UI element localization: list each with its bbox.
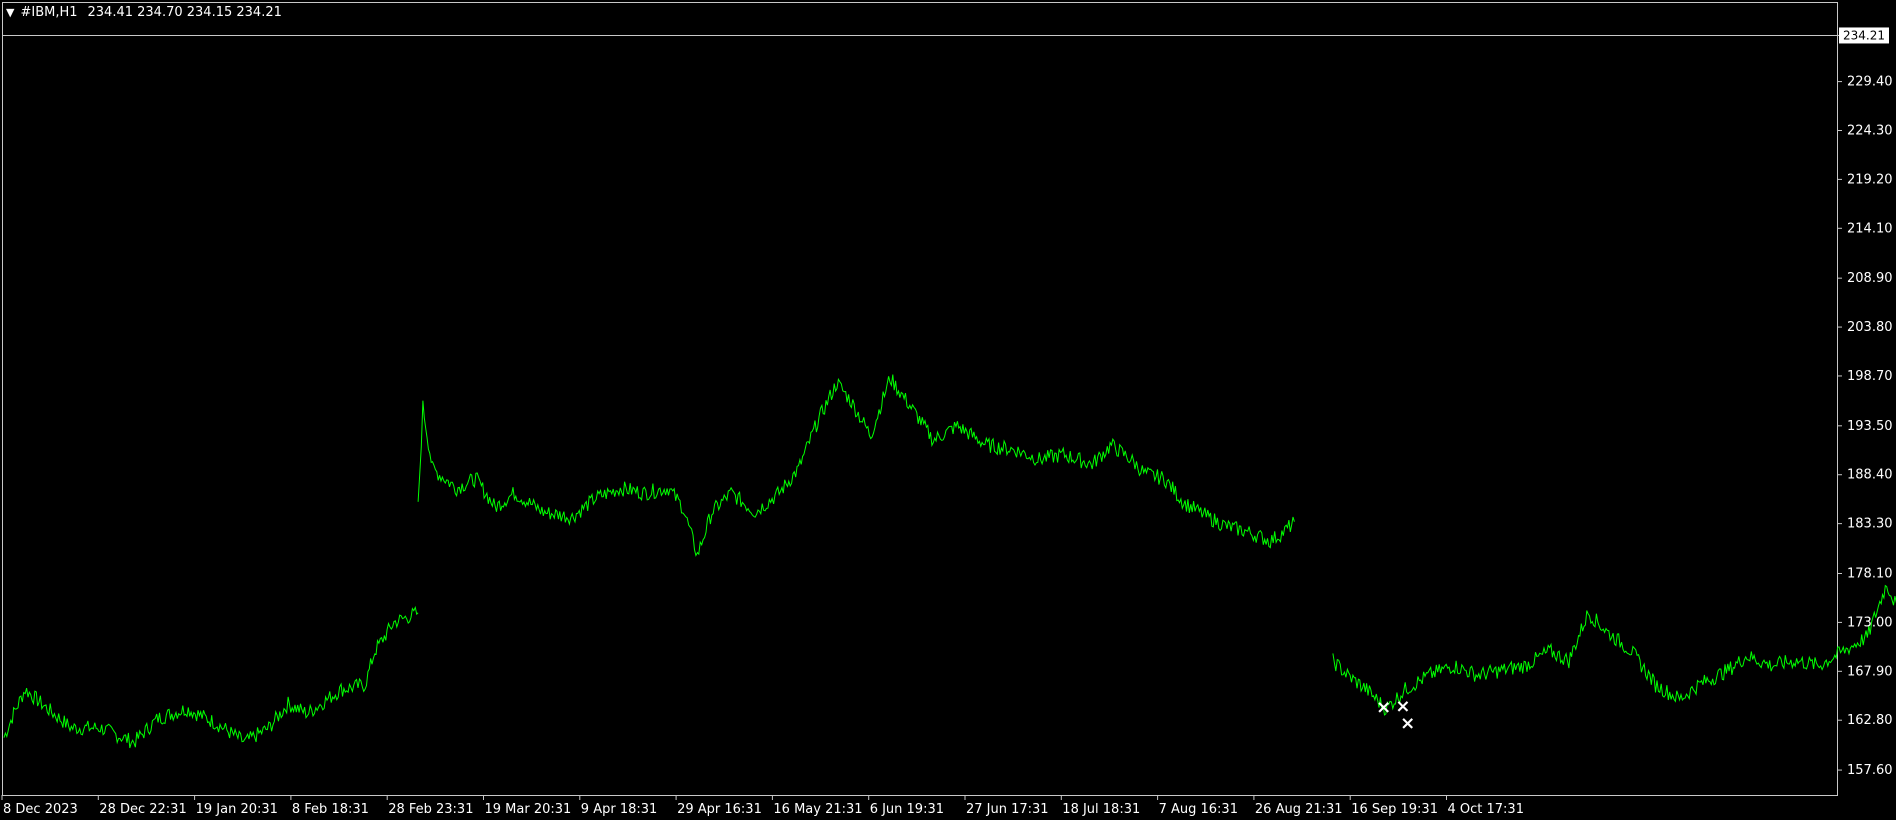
y-tick-label: 188.40	[1847, 468, 1893, 483]
y-tick-label: 203.80	[1847, 320, 1893, 335]
y-tick-label: 162.80	[1847, 713, 1893, 728]
y-tick-label: 224.30	[1847, 123, 1893, 138]
y-tick-label: 157.60	[1847, 763, 1893, 778]
x-tick-label: 9 Apr 18:31	[581, 802, 658, 817]
y-tick-label: 173.00	[1847, 615, 1893, 630]
x-tick-label: 19 Mar 20:31	[485, 802, 572, 817]
y-tick-label: 198.70	[1847, 369, 1893, 384]
price-line-segment-2	[417, 374, 1295, 557]
x-tick-label: 26 Aug 21:31	[1255, 802, 1343, 817]
price-line-segment-3	[1332, 584, 1896, 716]
chart-window[interactable]: ▼ #IBM,H1 234.41 234.70 234.15 234.21 23…	[0, 0, 1896, 820]
y-tick-label: 208.90	[1847, 271, 1893, 286]
current-price-tag-label: 234.21	[1843, 28, 1885, 42]
x-tick-label: 8 Feb 18:31	[292, 802, 369, 817]
trade-marker: ×	[1376, 697, 1391, 718]
x-tick-label: 18 Jul 18:31	[1062, 802, 1140, 817]
y-tick-label: 193.50	[1847, 419, 1893, 434]
y-tick-label: 183.30	[1847, 517, 1893, 532]
x-tick-label: 28 Dec 22:31	[99, 802, 186, 817]
x-tick-label: 16 May 21:31	[773, 802, 862, 817]
x-tick-label: 19 Jan 20:31	[196, 802, 278, 817]
x-tick-label: 27 Jun 17:31	[966, 802, 1049, 817]
x-tick-label: 4 Oct 17:31	[1448, 802, 1524, 817]
x-tick-label: 7 Aug 16:31	[1159, 802, 1238, 817]
y-tick-label: 178.10	[1847, 566, 1893, 581]
price-chart[interactable]: 234.21 229.40 224.30 219.20 214.10 208.90 203.…	[0, 0, 1896, 820]
x-tick-label: 16 Sep 19:31	[1351, 802, 1438, 817]
x-tick-label: 8 Dec 2023	[3, 802, 78, 817]
trade-marker: ×	[1400, 713, 1415, 734]
y-tick-label: 167.90	[1847, 664, 1893, 679]
y-tick-label: 214.10	[1847, 221, 1893, 236]
y-tick-label: 229.40	[1847, 75, 1893, 90]
x-tick-label: 29 Apr 16:31	[677, 802, 762, 817]
price-line-segment-1	[3, 605, 419, 749]
y-tick-label: 219.20	[1847, 172, 1893, 187]
x-tick-label: 6 Jun 19:31	[870, 802, 944, 817]
x-tick-label: 28 Feb 23:31	[388, 802, 473, 817]
